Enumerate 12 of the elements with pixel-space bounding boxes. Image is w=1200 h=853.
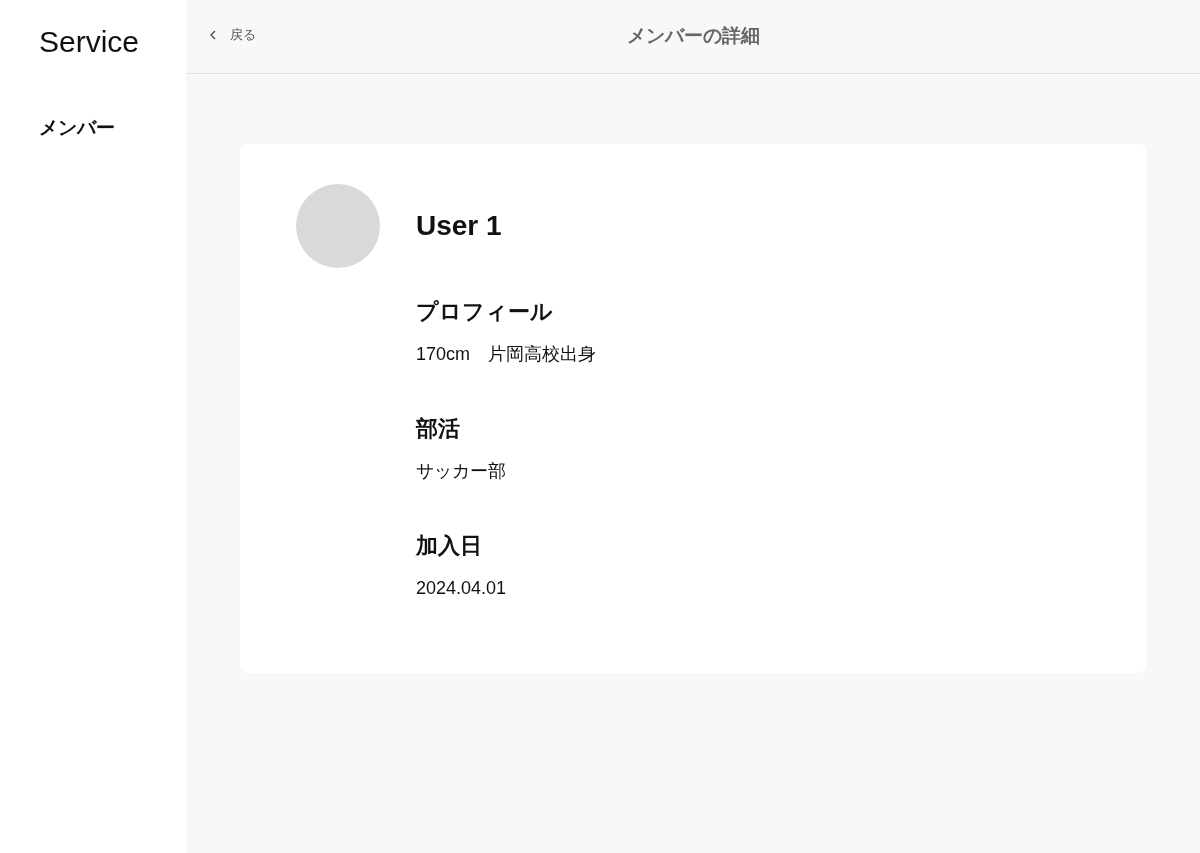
member-name: User 1 <box>416 209 502 243</box>
field-label: 加入日 <box>416 532 482 560</box>
page-title: メンバーの詳細 <box>626 23 760 48</box>
field-label: プロフィール <box>416 298 553 326</box>
field-value: サッカー部 <box>416 460 506 483</box>
back-button[interactable]: 戻る <box>206 24 260 46</box>
field-value: 2024.04.01 <box>416 577 507 600</box>
service-logo: Service <box>39 24 140 60</box>
sidebar-item[interactable]: メンバー <box>39 115 115 141</box>
field-value: 170cm 片岡高校出身 <box>416 343 597 366</box>
field-label: 部活 <box>416 415 460 443</box>
chevron-left-icon <box>210 30 216 40</box>
